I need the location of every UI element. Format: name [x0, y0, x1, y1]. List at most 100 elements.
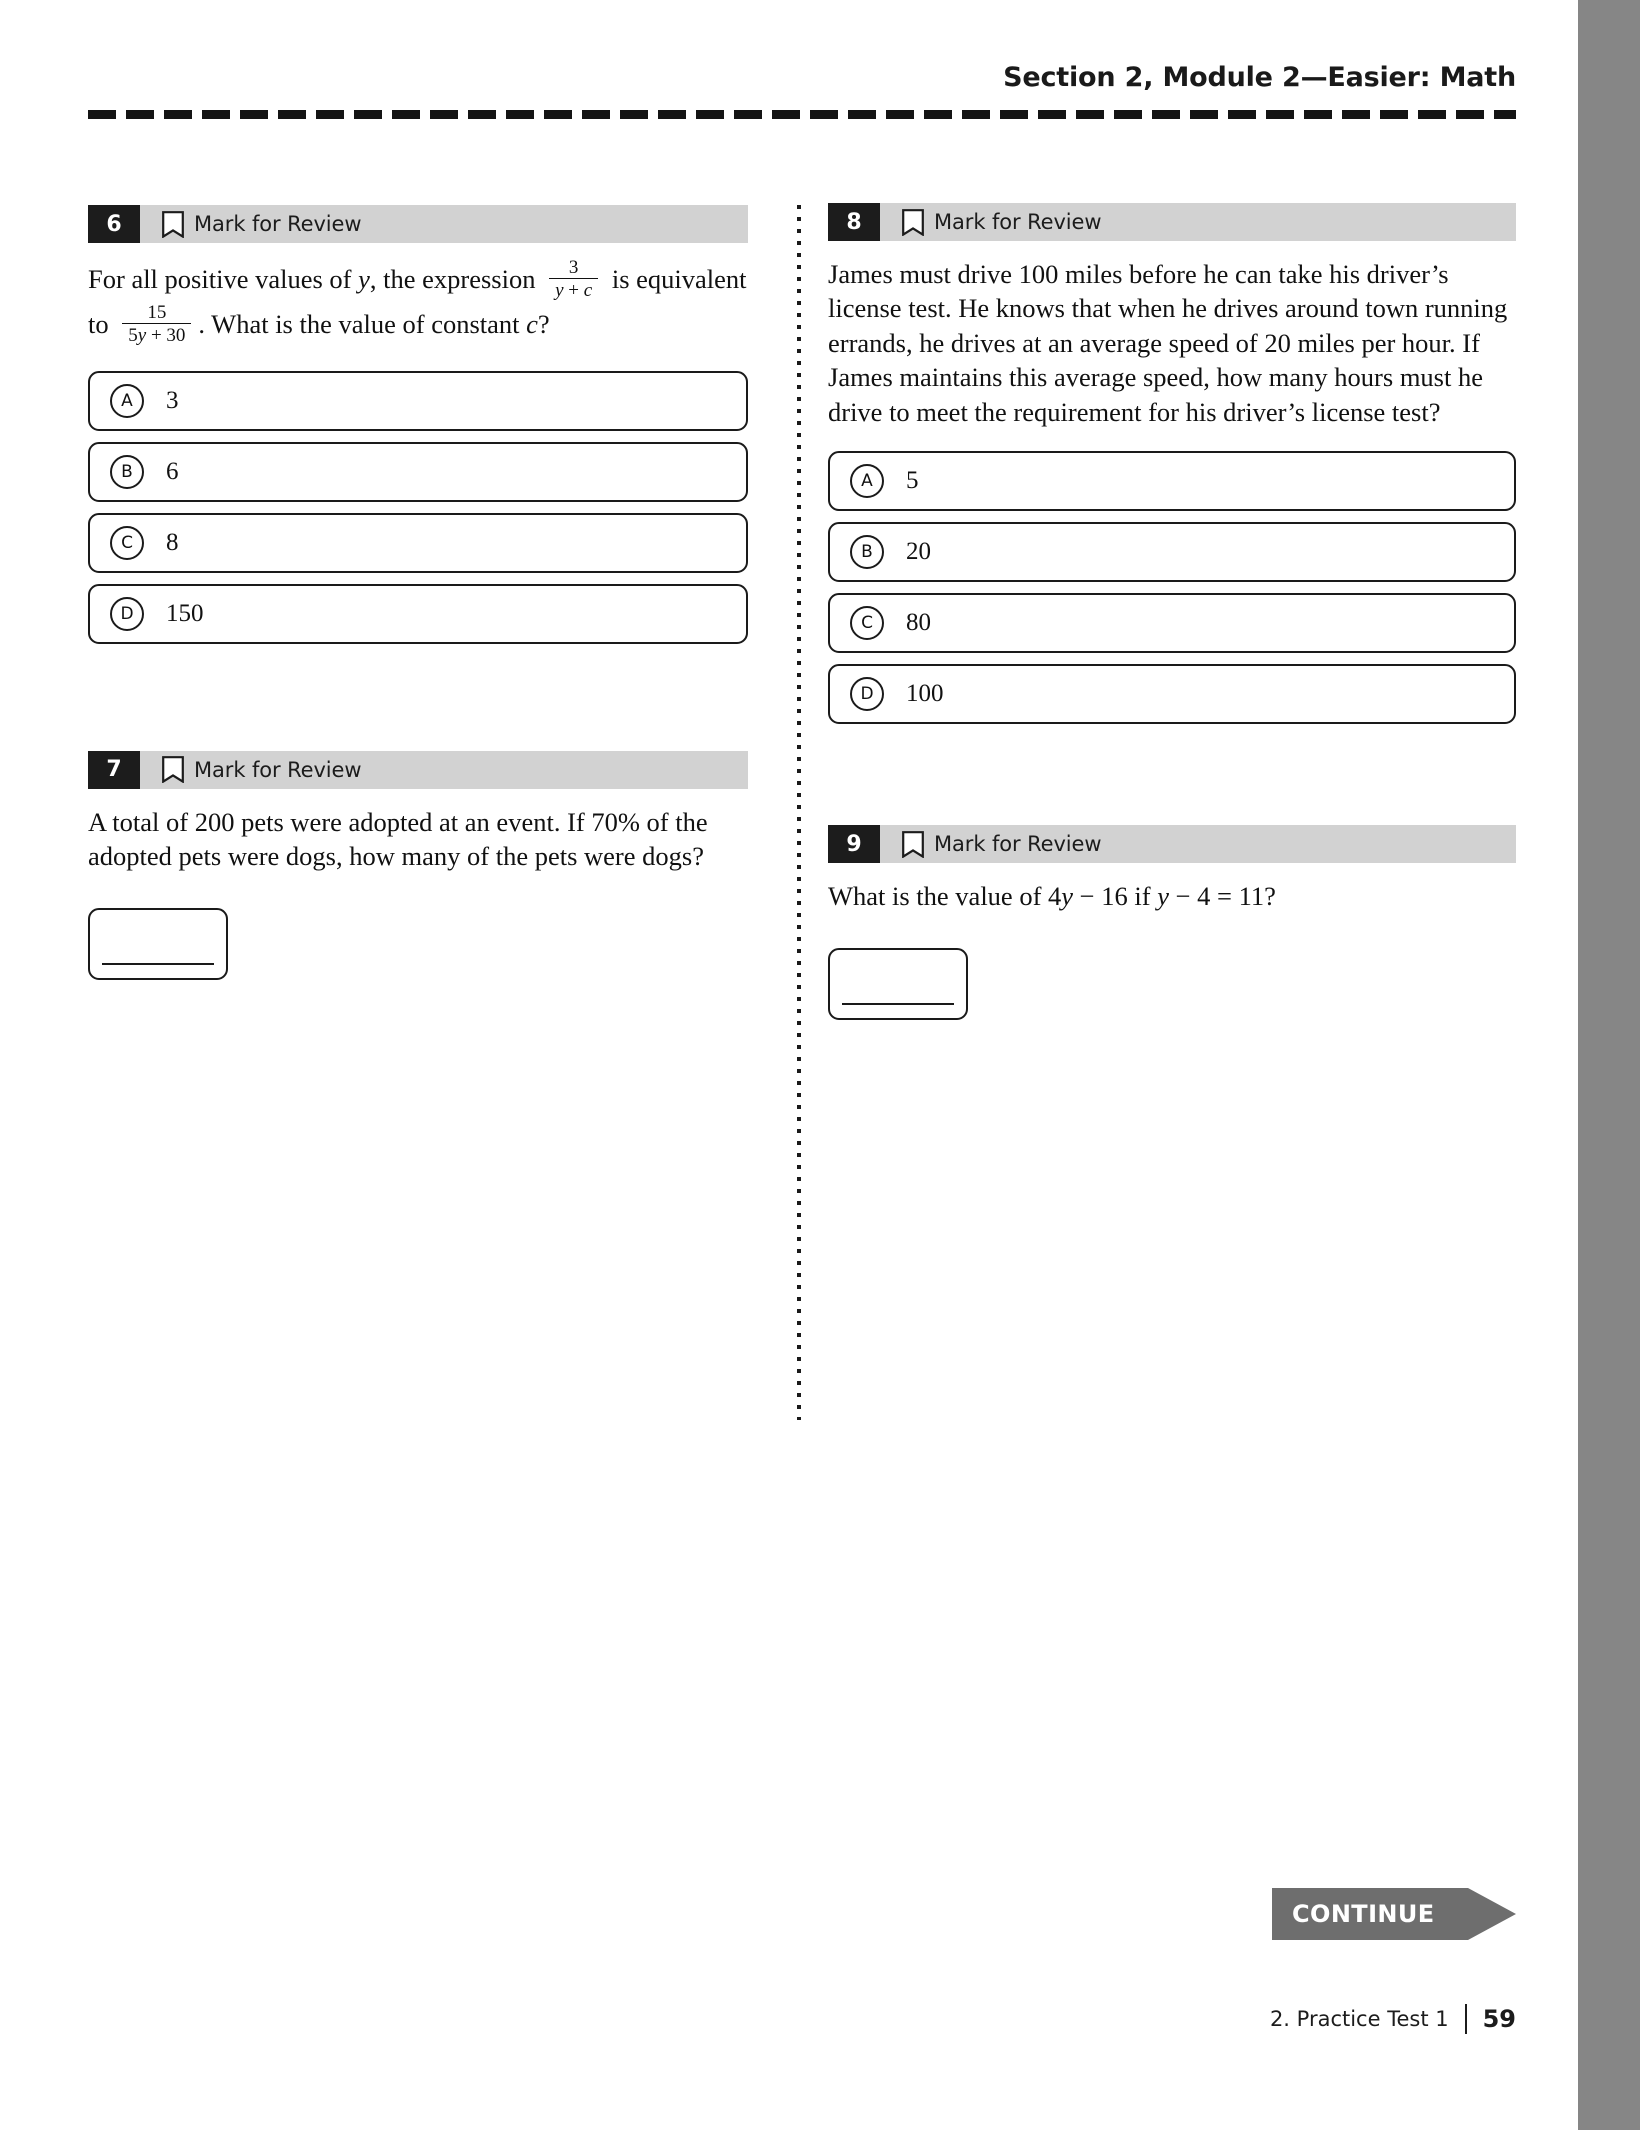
question-8-header-bar: 8 Mark for Review: [828, 203, 1516, 241]
bookmark-icon: [902, 830, 924, 859]
q9-op-minus-2: −: [1168, 881, 1198, 912]
q9-op-equals: =: [1210, 881, 1239, 912]
bookmark-icon: [162, 756, 184, 784]
q6-frac2-numerator: 15: [147, 301, 167, 323]
mark-for-review-label: Mark for Review: [934, 210, 1102, 234]
q9-number-11: 11: [1238, 881, 1265, 912]
q7-text-part-1: A total of: [88, 806, 195, 837]
q8-number-100: 100: [1018, 259, 1059, 289]
question-6-choice-b[interactable]: B 6: [88, 441, 748, 502]
question-8: 8 Mark for Review James must drive 100 m…: [828, 203, 1516, 725]
q9-text-part-1: What is the value of: [828, 881, 1049, 912]
page-header: Section 2, Module 2—Easier: Math: [88, 62, 1516, 119]
question-9-text: What is the value of 4y − 16 if y − 4 = …: [828, 879, 1516, 913]
question-7-text: A total of 200 pets were adopted at an e…: [88, 805, 748, 874]
continue-button-body: CONTINUE: [1272, 1888, 1468, 1940]
q6-fraction-1: 3y + c: [549, 257, 599, 302]
choice-text-b: 20: [906, 538, 931, 566]
choice-text-d: 150: [166, 599, 204, 627]
choice-text-a: 3: [166, 386, 179, 414]
question-7-header-bar: 7 Mark for Review: [88, 750, 748, 789]
question-6-choice-c[interactable]: C 8: [88, 512, 748, 573]
choice-text-b: 6: [166, 457, 179, 485]
page-edge-band: [1578, 0, 1640, 2130]
header-dashed-rule: [88, 110, 1516, 119]
choice-letter-c: C: [850, 606, 884, 641]
answer-underline: [102, 962, 214, 965]
continue-button-label: CONTINUE: [1292, 1900, 1435, 1928]
continue-button[interactable]: CONTINUE: [1272, 1888, 1516, 1940]
test-page: Section 2, Module 2—Easier: Math 6 Mark …: [0, 0, 1640, 2130]
choice-text-a: 5: [906, 467, 919, 495]
page-sheet: Section 2, Module 2—Easier: Math 6 Mark …: [0, 0, 1578, 2130]
q9-number-4: 4: [1197, 881, 1211, 912]
q8-text-part-1: James must drive: [828, 259, 1019, 289]
question-9-answer-input[interactable]: [828, 947, 968, 1020]
question-9-answer-area: [828, 947, 1516, 1020]
right-column: 8 Mark for Review James must drive 100 m…: [828, 203, 1516, 1020]
page-title: Section 2, Module 2—Easier: Math: [1003, 62, 1516, 93]
question-6-number: 6: [88, 205, 140, 243]
q6-frac2-den-5: 5: [128, 324, 138, 346]
question-7-mark-for-review[interactable]: Mark for Review: [140, 751, 362, 789]
question-8-choice-b[interactable]: B 20: [828, 522, 1516, 583]
mark-for-review-label: Mark for Review: [194, 212, 362, 236]
question-9-header-bar: 9 Mark for Review: [828, 825, 1516, 864]
q6-frac1-numerator: 3: [568, 257, 579, 279]
q9-var-y-2: y: [1157, 881, 1169, 912]
q6-frac1-den-y: y: [555, 279, 564, 301]
choice-letter-d: D: [850, 677, 884, 712]
q6-frac2-den-30: 30: [166, 324, 186, 346]
choice-text-c: 8: [166, 528, 179, 556]
choice-letter-b: B: [850, 535, 884, 570]
question-7-answer-input[interactable]: [88, 907, 228, 980]
q6-text-part-5: ?: [537, 308, 550, 339]
question-8-choice-c[interactable]: C 80: [828, 593, 1516, 654]
choice-text-c: 80: [906, 609, 931, 637]
q9-number-16: 16: [1101, 881, 1128, 912]
question-6: 6 Mark for Review For all positive value…: [88, 205, 748, 644]
question-8-text: James must drive 100 miles before he can…: [828, 257, 1516, 429]
q6-text-part-1: For all positive values of: [88, 264, 359, 294]
q9-text-part-3: ?: [1264, 881, 1276, 912]
question-6-text: For all positive values of y, the expres…: [88, 257, 748, 349]
q9-op-minus-1: −: [1073, 881, 1102, 912]
question-8-number: 8: [828, 203, 880, 241]
choice-letter-b: B: [110, 454, 144, 489]
q6-frac2-denominator: 5y + 30: [122, 322, 192, 347]
question-7: 7 Mark for Review A total of 200 pets we…: [88, 750, 748, 980]
choice-letter-d: D: [110, 596, 144, 631]
q6-text-part-4: . What is the value of constant: [198, 308, 527, 339]
footer-page-number: 59: [1482, 2005, 1516, 2033]
q6-frac1-den-op: +: [563, 279, 584, 301]
column-divider: [797, 205, 801, 1420]
q7-number-70-percent: 70%: [591, 806, 640, 837]
choice-letter-a: A: [850, 464, 884, 499]
question-9: 9 Mark for Review What is the value of 4…: [828, 825, 1516, 1020]
question-6-mark-for-review[interactable]: Mark for Review: [140, 205, 362, 243]
question-8-mark-for-review[interactable]: Mark for Review: [880, 203, 1102, 241]
q6-var-c: c: [526, 308, 538, 339]
q6-frac2-den-op: +: [146, 324, 167, 346]
q6-frac1-den-c: c: [583, 279, 593, 301]
left-column: 6 Mark for Review For all positive value…: [88, 205, 748, 980]
q6-frac1-denominator: y + c: [549, 277, 599, 302]
question-9-mark-for-review[interactable]: Mark for Review: [880, 825, 1102, 863]
q6-frac2-den-y: y: [137, 324, 147, 346]
question-9-number: 9: [828, 825, 880, 864]
question-8-choice-a[interactable]: A 5: [828, 451, 1516, 512]
answer-underline: [842, 1002, 954, 1005]
footer-test-label: 2. Practice Test 1: [1269, 2007, 1449, 2031]
question-6-choice-d[interactable]: D 150: [88, 583, 748, 644]
q9-text-part-2: if: [1127, 881, 1158, 912]
question-6-choice-a[interactable]: A 3: [88, 370, 748, 431]
question-8-choice-d[interactable]: D 100: [828, 664, 1516, 725]
q6-fraction-2: 15 5y + 30: [122, 301, 192, 347]
q6-var-y: y: [358, 264, 370, 294]
question-6-choices: A 3 B 6 C 8 D 150: [88, 370, 748, 644]
q8-number-20: 20: [1264, 327, 1291, 358]
choice-text-d: 100: [906, 680, 944, 708]
footer-separator: [1464, 2004, 1467, 2034]
